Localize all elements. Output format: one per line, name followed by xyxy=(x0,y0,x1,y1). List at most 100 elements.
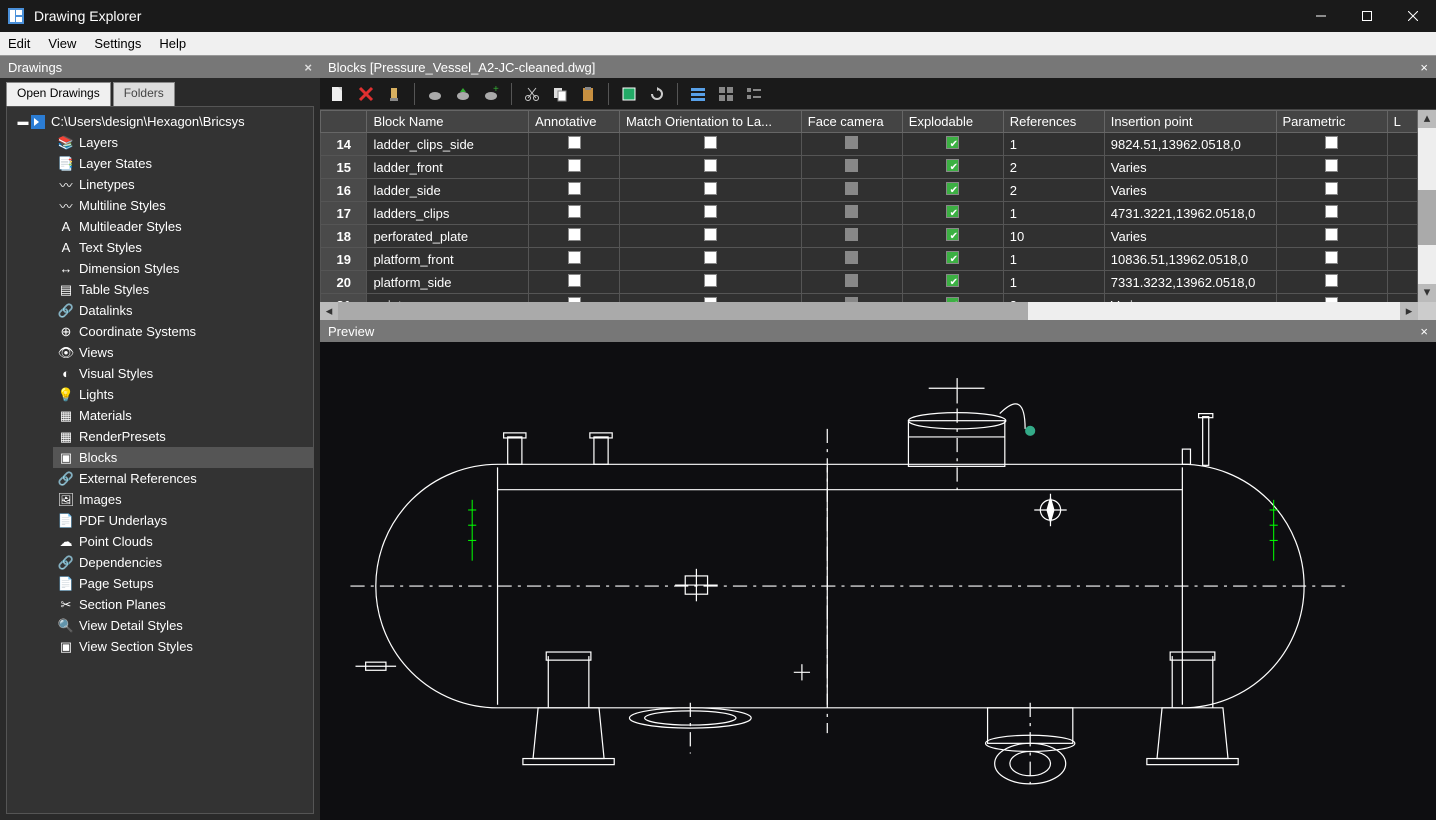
checkbox[interactable] xyxy=(845,205,858,218)
maximize-button[interactable] xyxy=(1344,0,1390,32)
column-header[interactable]: Face camera xyxy=(801,111,902,133)
checkbox[interactable] xyxy=(704,159,717,172)
checkbox[interactable] xyxy=(704,205,717,218)
preview-panel-close-icon[interactable]: × xyxy=(1420,324,1428,339)
table-row[interactable]: 20platform_side17331.3232,13962.0518,0 xyxy=(321,271,1418,294)
paste-button[interactable] xyxy=(576,82,600,106)
checkbox[interactable] xyxy=(1325,228,1338,241)
checkbox[interactable] xyxy=(1325,205,1338,218)
checkbox[interactable] xyxy=(946,251,959,264)
checkbox[interactable] xyxy=(568,251,581,264)
menu-help[interactable]: Help xyxy=(159,36,186,51)
checkbox[interactable] xyxy=(946,159,959,172)
minimize-button[interactable] xyxy=(1298,0,1344,32)
checkbox[interactable] xyxy=(1325,274,1338,287)
tree-item-linetypes[interactable]: 〰Linetypes xyxy=(53,174,313,195)
checkbox[interactable] xyxy=(568,274,581,287)
checkbox[interactable] xyxy=(704,182,717,195)
view-list-button[interactable] xyxy=(742,82,766,106)
checkbox[interactable] xyxy=(946,136,959,149)
copy-button[interactable] xyxy=(548,82,572,106)
tree-item-coordinate-systems[interactable]: ⊕Coordinate Systems xyxy=(53,321,313,342)
tree-item-layers[interactable]: 📚Layers xyxy=(53,132,313,153)
table-row[interactable]: 17ladders_clips14731.3221,13962.0518,0 xyxy=(321,202,1418,225)
refresh-button[interactable] xyxy=(645,82,669,106)
options-button[interactable] xyxy=(617,82,641,106)
tab-folders[interactable]: Folders xyxy=(113,82,175,106)
table-row[interactable]: 18perforated_plate10Varies xyxy=(321,225,1418,248)
table-row[interactable]: 16ladder_side2Varies xyxy=(321,179,1418,202)
tree-item-renderpresets[interactable]: ▦RenderPresets xyxy=(53,426,313,447)
add-button[interactable]: + xyxy=(479,82,503,106)
tree-item-visual-styles[interactable]: ◐Visual Styles xyxy=(53,363,313,384)
checkbox[interactable] xyxy=(704,136,717,149)
table-row[interactable]: 19platform_front110836.51,13962.0518,0 xyxy=(321,248,1418,271)
column-header[interactable]: References xyxy=(1003,111,1104,133)
checkbox[interactable] xyxy=(704,228,717,241)
checkbox[interactable] xyxy=(946,274,959,287)
checkbox[interactable] xyxy=(946,205,959,218)
tree-item-blocks[interactable]: ▣Blocks xyxy=(53,447,313,468)
tree-item-dependencies[interactable]: 🔗Dependencies xyxy=(53,552,313,573)
checkbox[interactable] xyxy=(568,228,581,241)
preview-viewport[interactable] xyxy=(320,342,1436,820)
checkbox[interactable] xyxy=(704,251,717,264)
tree-item-view-section-styles[interactable]: ▣View Section Styles xyxy=(53,636,313,657)
column-header[interactable] xyxy=(321,111,367,133)
column-header[interactable]: Insertion point xyxy=(1104,111,1276,133)
tree-item-dimension-styles[interactable]: ↔Dimension Styles xyxy=(53,258,313,279)
checkbox[interactable] xyxy=(946,228,959,241)
checkbox[interactable] xyxy=(845,228,858,241)
tree-item-table-styles[interactable]: ▤Table Styles xyxy=(53,279,313,300)
checkbox[interactable] xyxy=(568,136,581,149)
grid-horizontal-scrollbar[interactable]: ◂ ▸ xyxy=(320,302,1436,320)
column-header[interactable]: L xyxy=(1387,111,1417,133)
tree-item-multileader-styles[interactable]: AMultileader Styles xyxy=(53,216,313,237)
drawings-panel-close-icon[interactable]: × xyxy=(304,60,312,75)
tree-item-datalinks[interactable]: 🔗Datalinks xyxy=(53,300,313,321)
menu-settings[interactable]: Settings xyxy=(94,36,141,51)
table-row[interactable]: 15ladder_front2Varies xyxy=(321,156,1418,179)
tree-item-materials[interactable]: ▦Materials xyxy=(53,405,313,426)
new-button[interactable] xyxy=(326,82,350,106)
checkbox[interactable] xyxy=(845,251,858,264)
tree-item-lights[interactable]: 💡Lights xyxy=(53,384,313,405)
column-header[interactable]: Parametric xyxy=(1276,111,1387,133)
tree-item-multiline-styles[interactable]: 〰Multiline Styles xyxy=(53,195,313,216)
checkbox[interactable] xyxy=(704,274,717,287)
tree-item-external-references[interactable]: 🔗External References xyxy=(53,468,313,489)
checkbox[interactable] xyxy=(1325,136,1338,149)
column-header[interactable]: Match Orientation to La... xyxy=(619,111,801,133)
checkbox[interactable] xyxy=(1325,182,1338,195)
checkbox[interactable] xyxy=(845,182,858,195)
grid-vertical-scrollbar[interactable]: ▴ ▾ xyxy=(1418,110,1436,302)
tree-item-page-setups[interactable]: 📄Page Setups xyxy=(53,573,313,594)
save-button[interactable] xyxy=(451,82,475,106)
tree-item-layer-states[interactable]: 📑Layer States xyxy=(53,153,313,174)
checkbox[interactable] xyxy=(1325,251,1338,264)
tree-root-node[interactable]: ▬ C:\Users\design\Hexagon\Bricsys xyxy=(13,111,313,132)
tree-item-views[interactable]: 👁Views xyxy=(53,342,313,363)
view-icons-button[interactable] xyxy=(714,82,738,106)
checkbox[interactable] xyxy=(568,159,581,172)
checkbox[interactable] xyxy=(845,274,858,287)
insert-button[interactable] xyxy=(423,82,447,106)
checkbox[interactable] xyxy=(568,182,581,195)
tab-open-drawings[interactable]: Open Drawings xyxy=(6,82,111,106)
tree-item-view-detail-styles[interactable]: 🔍View Detail Styles xyxy=(53,615,313,636)
column-header[interactable]: Annotative xyxy=(529,111,620,133)
checkbox[interactable] xyxy=(946,182,959,195)
column-header[interactable]: Block Name xyxy=(367,111,529,133)
drawings-tree[interactable]: ▬ C:\Users\design\Hexagon\Bricsys 📚Layer… xyxy=(6,106,314,814)
blocks-grid[interactable]: Block NameAnnotativeMatch Orientation to… xyxy=(320,110,1436,320)
purge-button[interactable] xyxy=(382,82,406,106)
table-row[interactable]: 14ladder_clips_side19824.51,13962.0518,0 xyxy=(321,133,1418,156)
menu-view[interactable]: View xyxy=(48,36,76,51)
tree-item-images[interactable]: 🖼Images xyxy=(53,489,313,510)
checkbox[interactable] xyxy=(1325,159,1338,172)
menu-edit[interactable]: Edit xyxy=(8,36,30,51)
view-details-button[interactable] xyxy=(686,82,710,106)
cut-button[interactable] xyxy=(520,82,544,106)
checkbox[interactable] xyxy=(845,136,858,149)
checkbox[interactable] xyxy=(845,159,858,172)
